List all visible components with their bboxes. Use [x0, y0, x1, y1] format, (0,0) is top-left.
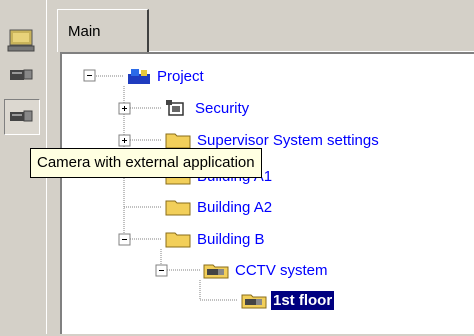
tree-label-building-b: Building B: [197, 230, 265, 248]
tree-node-security[interactable]: Security: [163, 98, 251, 118]
camera-external-rail-button[interactable]: [4, 99, 40, 135]
monitor-rail-button[interactable]: [4, 22, 40, 58]
tree-node-building-b[interactable]: Building B: [163, 229, 267, 249]
camera-icon: [10, 110, 33, 122]
folder-icon: [165, 200, 191, 216]
camera-folder-icon: [241, 294, 267, 309]
tree-node-1st-floor[interactable]: 1st floor: [239, 290, 335, 310]
folder-icon: [165, 133, 191, 149]
camera-folder-icon: [203, 264, 229, 279]
tree-label-project: Project: [157, 67, 204, 85]
tree-label-building-a2: Building A2: [197, 198, 273, 216]
camera-rail-button[interactable]: [4, 59, 40, 95]
tab-main[interactable]: Main: [57, 9, 149, 52]
tree-label-cctv-system: CCTV system: [235, 261, 328, 279]
camera-icon: [10, 69, 33, 80]
tree-label-supervisor-system-settings: Supervisor System settings: [197, 131, 379, 149]
tooltip: Camera with external application: [30, 148, 262, 178]
tree-node-project[interactable]: Project: [125, 66, 206, 86]
monitor-icon: [7, 29, 35, 52]
tree-label-security: Security: [195, 99, 250, 117]
tab-main-label: Main: [68, 23, 101, 40]
tree-node-supervisor-system-settings[interactable]: Supervisor System settings: [163, 130, 381, 150]
security-icon: [166, 100, 184, 116]
tree-panel[interactable]: Project Security Supervisor System setti…: [60, 52, 474, 334]
tree-node-cctv-system[interactable]: CCTV system: [201, 260, 330, 280]
project-icon: [128, 69, 150, 84]
tree-node-building-a2[interactable]: Building A2: [163, 197, 274, 217]
tree-label-1st-floor: 1st floor: [271, 290, 335, 310]
folder-icon: [165, 232, 191, 248]
